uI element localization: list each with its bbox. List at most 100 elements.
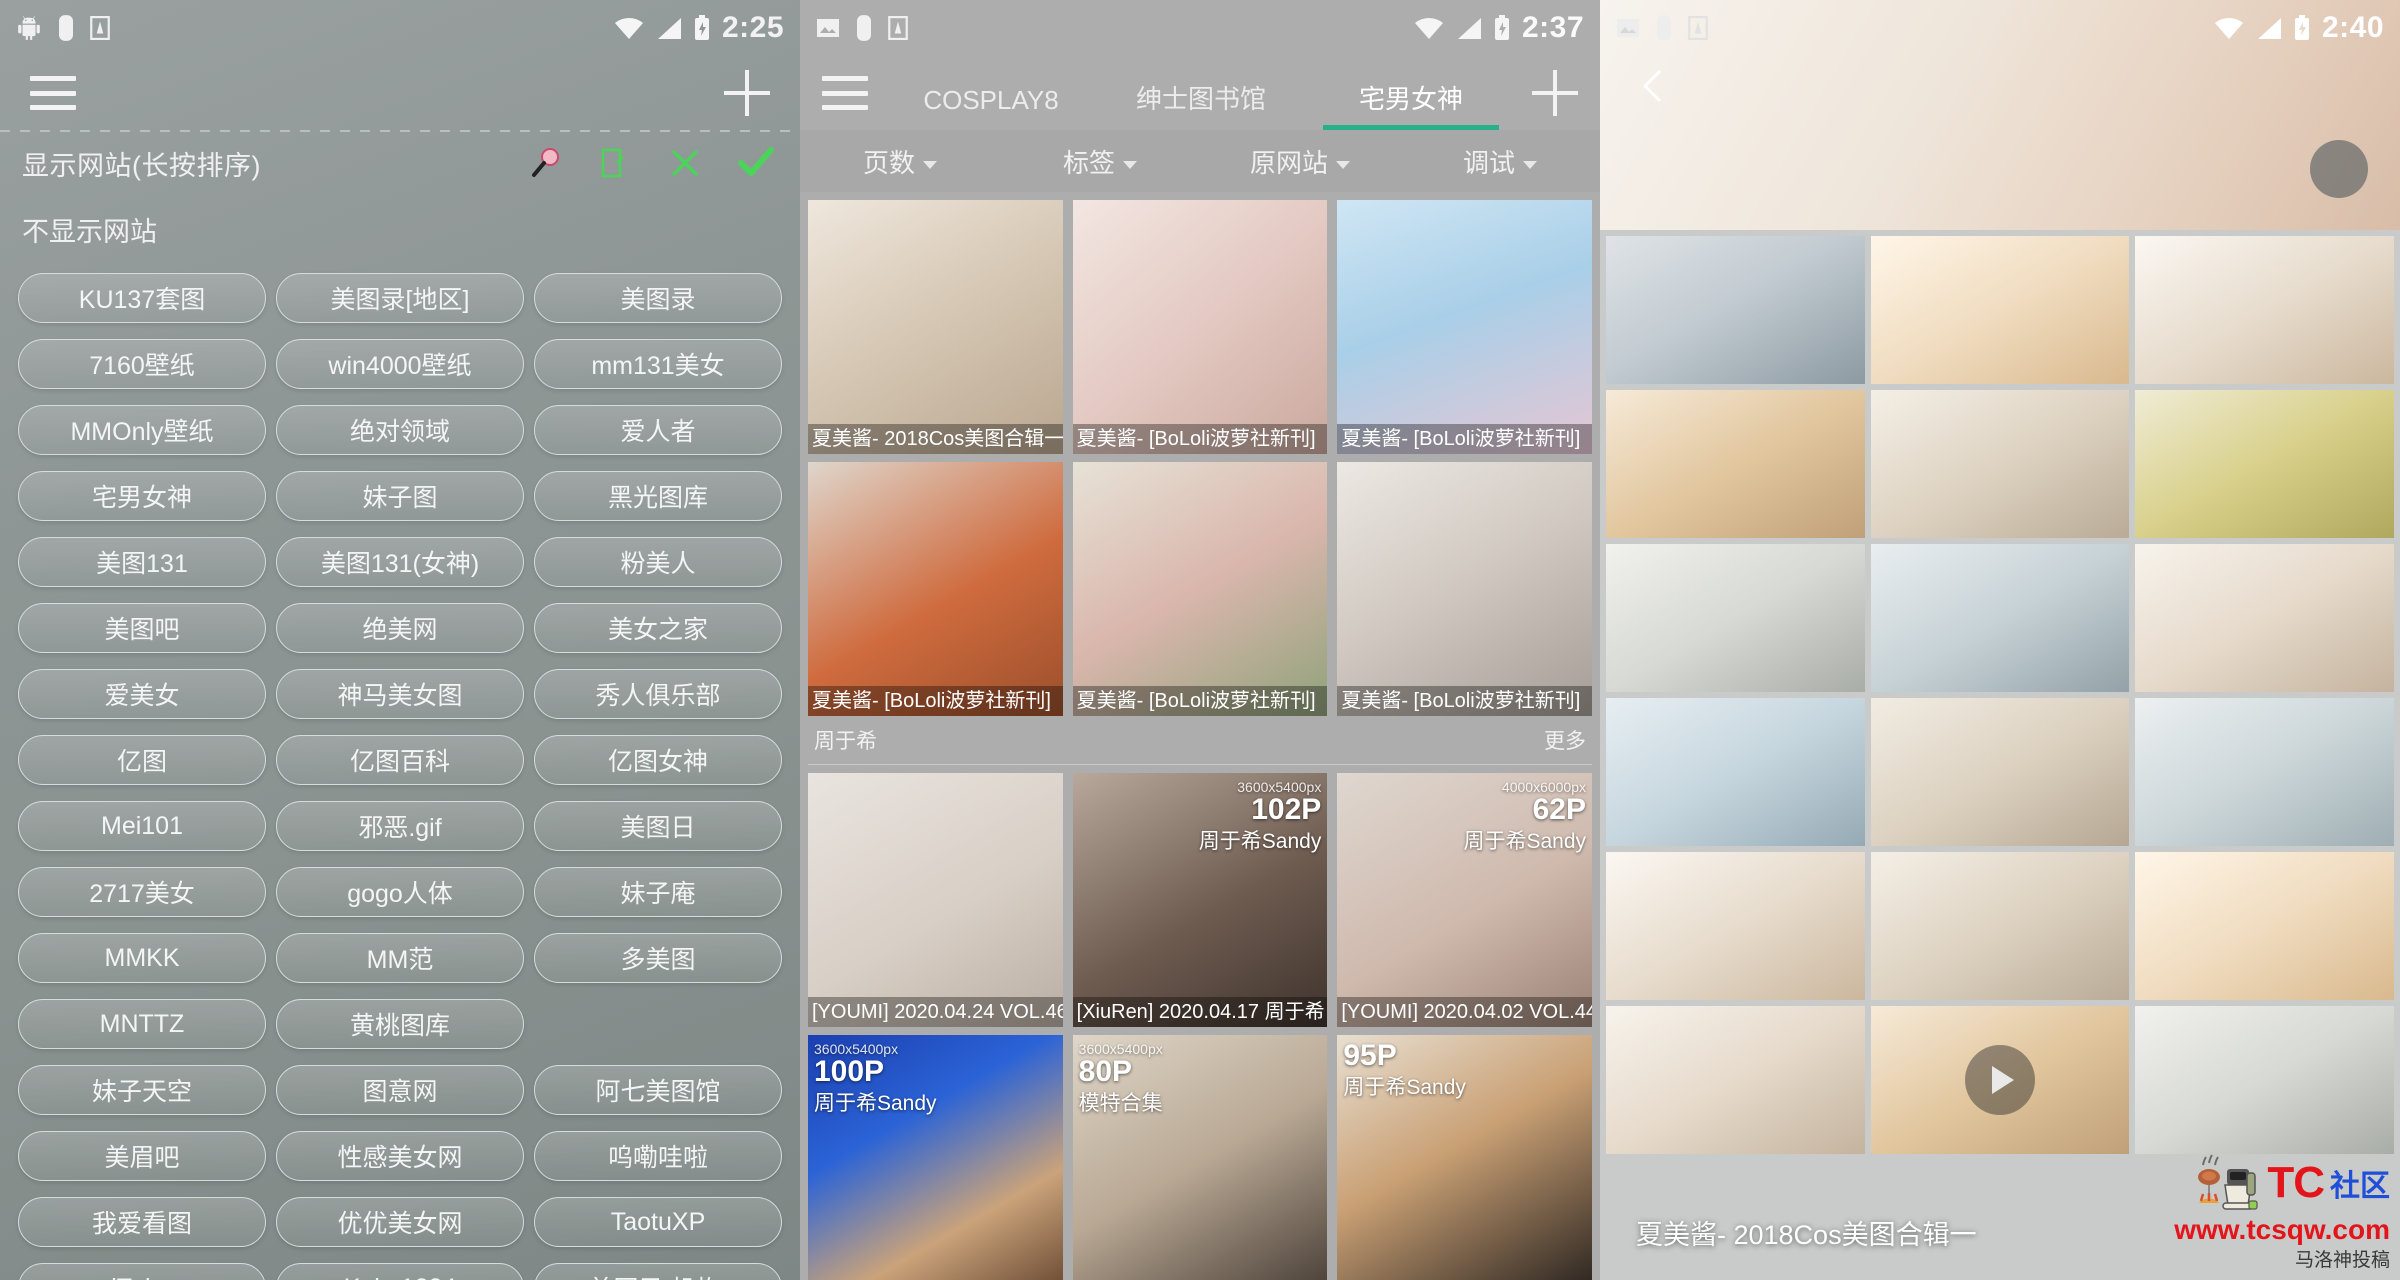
- site-button[interactable]: 美图录[地区]: [276, 273, 524, 323]
- album-thumbnail[interactable]: [1606, 852, 1865, 1000]
- site-button[interactable]: 我爱看图: [18, 1197, 266, 1247]
- site-button[interactable]: 美图131: [18, 537, 266, 587]
- gallery-thumbnail[interactable]: [YOUMI] 2020.04.24 VOL.460: [808, 773, 1063, 1027]
- gallery-thumbnail[interactable]: 夏美酱- [BoLoli波萝社新刊]: [1337, 462, 1592, 716]
- site-button[interactable]: 黄桃图库: [276, 999, 524, 1049]
- album-thumbnail[interactable]: [1606, 698, 1865, 846]
- site-button[interactable]: MM范: [276, 933, 524, 983]
- site-button[interactable]: 美图录[机构]: [534, 1263, 782, 1280]
- site-button[interactable]: 美图日: [534, 801, 782, 851]
- edit-icon[interactable]: [598, 146, 632, 180]
- tab-2[interactable]: 绅士图书馆: [1096, 79, 1306, 130]
- site-button[interactable]: 神马美女图: [276, 669, 524, 719]
- site-button[interactable]: 美图131(女神): [276, 537, 524, 587]
- thumbnail-caption: [YOUMI] 2020.04.24 VOL.460: [808, 997, 1063, 1027]
- album-thumbnail[interactable]: [1870, 698, 2130, 846]
- chevron-down-icon: [1523, 160, 1537, 169]
- hamburger-icon[interactable]: [30, 76, 76, 110]
- site-button[interactable]: 黑光图库: [534, 471, 782, 521]
- site-button[interactable]: 7160壁纸: [18, 339, 266, 389]
- gallery-thumbnail[interactable]: 夏美酱- 2018Cos美图合辑一: [808, 200, 1063, 454]
- site-button[interactable]: 宅男女神: [18, 471, 266, 521]
- gallery-thumbnail[interactable]: 夏美酱- [BoLoli波萝社新刊]: [1072, 462, 1328, 716]
- site-button[interactable]: MNTTZ: [18, 999, 266, 1049]
- tab-1[interactable]: COSPLAY8: [886, 85, 1096, 130]
- thumbnail-photo: [808, 200, 1063, 454]
- site-button[interactable]: 优优美女网: [276, 1197, 524, 1247]
- album-thumbnail[interactable]: [1606, 236, 1865, 384]
- site-button[interactable]: 爱美女: [18, 669, 266, 719]
- site-button[interactable]: 亿图女神: [534, 735, 782, 785]
- site-button[interactable]: 亿图: [18, 735, 266, 785]
- site-button[interactable]: mm131美女: [534, 339, 782, 389]
- play-icon[interactable]: [1964, 1045, 2035, 1115]
- site-button[interactable]: 图意网: [276, 1065, 524, 1115]
- site-button[interactable]: 绝美网: [276, 603, 524, 653]
- site-button[interactable]: Kaka1234: [276, 1263, 524, 1280]
- album-thumbnail[interactable]: [2135, 236, 2394, 384]
- site-button[interactable]: gogo人体: [276, 867, 524, 917]
- album-thumbnail[interactable]: [1870, 544, 2130, 692]
- gallery-thumbnail[interactable]: 夏美酱- [BoLoli波萝社新刊]: [1072, 200, 1328, 454]
- site-button[interactable]: 爱人者: [534, 405, 782, 455]
- site-button[interactable]: 妹子图: [276, 471, 524, 521]
- gallery-thumbnail[interactable]: 3600x5400px 100P 周于希Sandy: [808, 1035, 1063, 1280]
- section-more-link[interactable]: 更多: [1544, 725, 1586, 755]
- plus-icon[interactable]: [724, 70, 770, 116]
- hamburger-icon[interactable]: [822, 76, 868, 110]
- site-button[interactable]: MMOnly壁纸: [18, 405, 266, 455]
- gallery-thumbnail[interactable]: 3600x5400px 80P 模特合集: [1072, 1035, 1328, 1280]
- back-arrow-icon[interactable]: [1634, 66, 1674, 111]
- album-thumbnail[interactable]: [2135, 698, 2394, 846]
- album-thumbnail[interactable]: [1606, 390, 1865, 538]
- site-button[interactable]: 绝对领域: [276, 405, 524, 455]
- site-button[interactable]: 美图吧: [18, 603, 266, 653]
- site-button[interactable]: 妹子天空: [18, 1065, 266, 1115]
- album-thumbnail[interactable]: [1870, 852, 2130, 1000]
- album-thumbnail[interactable]: [1606, 544, 1865, 692]
- site-button[interactable]: 秀人俱乐部: [534, 669, 782, 719]
- album-thumbnail[interactable]: [2135, 544, 2394, 692]
- album-thumbnail[interactable]: [2135, 1006, 2394, 1154]
- site-button[interactable]: 性感美女网: [276, 1131, 524, 1181]
- site-button[interactable]: 邪恶.gif: [276, 801, 524, 851]
- album-thumbnail[interactable]: [1606, 1006, 1865, 1154]
- check-icon[interactable]: [738, 146, 774, 180]
- site-button[interactable]: 粉美人: [534, 537, 782, 587]
- album-thumbnail[interactable]: [1870, 1006, 2130, 1154]
- gallery-thumbnail[interactable]: 夏美酱- [BoLoli波萝社新刊]: [808, 462, 1063, 716]
- filter-4[interactable]: 调试: [1400, 143, 1600, 180]
- album-thumbnail[interactable]: [1870, 236, 2130, 384]
- close-icon[interactable]: [668, 146, 702, 180]
- site-button[interactable]: 美女之家: [534, 603, 782, 653]
- tab-3[interactable]: 宅男女神: [1306, 79, 1516, 130]
- site-button[interactable]: 呜嘞哇啦: [534, 1131, 782, 1181]
- filter-3[interactable]: 原网站: [1200, 143, 1400, 180]
- site-button[interactable]: 多美图: [534, 933, 782, 983]
- site-button[interactable]: KU137套图: [18, 273, 266, 323]
- site-button[interactable]: win4000壁纸: [276, 339, 524, 389]
- gallery-thumbnail[interactable]: 3600x5400px 102P 周于希Sandy [XiuRen] 2020.04.…: [1072, 773, 1328, 1027]
- filter-1[interactable]: 页数: [800, 143, 1000, 180]
- album-thumbnail[interactable]: [2135, 852, 2394, 1000]
- plus-icon[interactable]: [1532, 70, 1578, 116]
- album-thumbnail[interactable]: [1870, 390, 2130, 538]
- site-button[interactable]: 妹子庵: [534, 867, 782, 917]
- thumbnail-caption: 夏美酱- 2018Cos美图合辑一: [808, 424, 1063, 454]
- site-button[interactable]: Mei101: [18, 801, 266, 851]
- site-button[interactable]: 美眉吧: [18, 1131, 266, 1181]
- site-button[interactable]: 亿图百科: [276, 735, 524, 785]
- site-button[interactable]: TaotuXP: [534, 1197, 782, 1247]
- site-button[interactable]: MMKK: [18, 933, 266, 983]
- site-button[interactable]: 阿七美图馆: [534, 1065, 782, 1115]
- scroll-fab-icon[interactable]: [2310, 140, 2368, 198]
- site-button[interactable]: iTuba: [18, 1263, 266, 1280]
- filter-2[interactable]: 标签: [1000, 143, 1200, 180]
- gallery-thumbnail[interactable]: 95P 周于希Sandy: [1337, 1035, 1592, 1280]
- gallery-thumbnail[interactable]: 4000x6000px 62P 周于希Sandy [YOUMI] 2020.04.02…: [1337, 773, 1592, 1027]
- album-thumbnail[interactable]: [2135, 390, 2394, 538]
- site-button[interactable]: 2717美女: [18, 867, 266, 917]
- pin-icon[interactable]: [528, 146, 562, 180]
- site-button[interactable]: 美图录: [534, 273, 782, 323]
- gallery-thumbnail[interactable]: 夏美酱- [BoLoli波萝社新刊]: [1337, 200, 1592, 454]
